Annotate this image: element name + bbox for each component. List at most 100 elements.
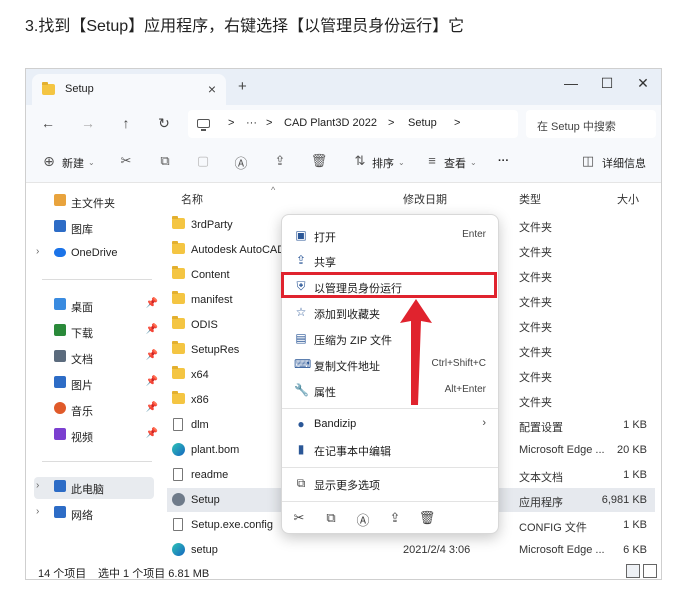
cut-icon[interactable]: ✂ xyxy=(290,510,308,528)
breadcrumb-overflow[interactable]: ··· xyxy=(246,117,257,129)
chevron-right-icon[interactable]: › xyxy=(36,506,39,517)
menu-item-more-options[interactable]: ⧉ 显示更多选项 xyxy=(286,471,496,495)
file-type: 文本文档 xyxy=(519,472,563,484)
setup-icon xyxy=(172,493,185,506)
delete-icon[interactable]: 🗑 xyxy=(310,153,328,171)
red-arrow-annotation xyxy=(400,299,432,405)
network-icon xyxy=(54,506,66,518)
file-type: 文件夹 xyxy=(519,297,552,309)
column-header-name[interactable]: 名称 xyxy=(181,191,203,207)
sidebar-item-onedrive[interactable]: › OneDrive xyxy=(34,243,158,265)
breadcrumb-cad-plant3d[interactable]: CAD Plant3D 2022 xyxy=(284,117,377,129)
file-name: manifest xyxy=(191,294,233,306)
pin-icon: 📌 xyxy=(145,350,158,361)
details-view-button[interactable] xyxy=(626,564,640,578)
details-pane-icon: ◫ xyxy=(581,153,595,168)
menu-item-add-favorites[interactable]: ☆ 添加到收藏夹 xyxy=(286,300,496,324)
address-field[interactable]: > ··· > CAD Plant3D 2022 > Setup > xyxy=(188,110,518,138)
new-button[interactable]: 新建 xyxy=(62,155,84,171)
menu-item-share[interactable]: ⇪ 共享 xyxy=(286,248,496,272)
menu-item-open[interactable]: ▣ 打开 Enter xyxy=(286,223,496,247)
sidebar-item-videos[interactable]: 视频 📌 xyxy=(34,425,158,447)
sidebar-item-label: 下载 xyxy=(71,328,93,340)
column-header-size[interactable]: 大小 xyxy=(617,191,639,207)
chevron-right-icon[interactable]: › xyxy=(36,480,39,491)
back-button[interactable]: ← xyxy=(38,115,58,131)
share-icon[interactable]: ⇪ xyxy=(271,153,289,171)
copy-icon[interactable]: ⧉ xyxy=(322,510,340,528)
search-input[interactable]: 在 Setup 中搜索 xyxy=(526,110,656,138)
column-header-modified[interactable]: 修改日期 xyxy=(403,191,447,207)
menu-item-edit-notepad[interactable]: ▮ 在记事本中编辑 xyxy=(286,437,496,461)
view-button[interactable]: 查看 xyxy=(444,155,466,171)
sidebar-item-music[interactable]: 音乐 📌 xyxy=(34,399,158,421)
file-type: 文件夹 xyxy=(519,372,552,384)
new-tab-button[interactable]: + xyxy=(238,78,247,95)
sidebar-item-label: 视频 xyxy=(71,432,93,444)
edge-icon xyxy=(172,543,185,556)
forward-button[interactable]: → xyxy=(78,115,98,131)
column-header-type[interactable]: 类型 xyxy=(519,191,541,207)
minimize-button[interactable]: — xyxy=(559,75,583,91)
file-size: 6 KB xyxy=(623,544,647,556)
file-name: SetupRes xyxy=(191,344,240,356)
sidebar-item-downloads[interactable]: 下载 📌 xyxy=(34,321,158,343)
rename-icon[interactable]: Ⓐ xyxy=(232,153,250,171)
tiles-view-button[interactable] xyxy=(643,564,657,578)
file-type: 文件夹 xyxy=(519,247,552,259)
folder-icon xyxy=(172,341,185,354)
item-count: 14 个项目 xyxy=(38,568,87,580)
file-name: readme xyxy=(191,469,229,481)
file-row[interactable]: setup 2021/2/4 3:06 Microsoft Edge ... 6 KB xyxy=(167,538,655,562)
details-button[interactable]: 详细信息 xyxy=(602,155,646,171)
sidebar-item-pictures[interactable]: 图片 📌 xyxy=(34,373,158,395)
menu-item-copy-path[interactable]: ⌨ 复制文件地址 Ctrl+Shift+C xyxy=(286,352,496,376)
menu-item-bandizip[interactable]: ● Bandizip › xyxy=(286,412,496,436)
sidebar-item-home[interactable]: 主文件夹 xyxy=(34,191,158,213)
menu-item-label: 复制文件地址 xyxy=(314,361,380,373)
pin-icon: 📌 xyxy=(145,402,158,413)
tab-title: Setup xyxy=(65,83,94,95)
folder-icon xyxy=(172,291,185,304)
sort-button[interactable]: 排序 xyxy=(372,155,394,171)
address-bar-row: ← → ↑ ↻ > ··· > CAD Plant3D 2022 > Setup… xyxy=(26,105,661,143)
file-type: 配置设置 xyxy=(519,422,563,434)
menu-item-label: 显示更多选项 xyxy=(314,480,380,492)
file-name: plant.bom xyxy=(191,444,240,456)
sidebar-item-desktop[interactable]: 桌面 📌 xyxy=(34,295,158,317)
video-icon xyxy=(54,428,66,440)
delete-icon[interactable]: 🗑 xyxy=(418,510,436,528)
up-button[interactable]: ↑ xyxy=(116,115,136,131)
computer-icon xyxy=(54,480,66,492)
sidebar-item-network[interactable]: › 网络 xyxy=(34,503,158,525)
file-type: CONFIG 文件 xyxy=(519,522,587,534)
folder-icon xyxy=(172,316,185,329)
sidebar-divider xyxy=(42,461,152,462)
chevron-right-icon[interactable]: › xyxy=(36,246,39,257)
more-button[interactable]: ··· xyxy=(498,155,509,167)
sidebar-item-this-pc[interactable]: › 此电脑 xyxy=(34,477,154,499)
refresh-button[interactable]: ↻ xyxy=(154,115,174,132)
edge-icon xyxy=(172,443,185,456)
tab-close-button[interactable]: × xyxy=(208,81,216,97)
file-name: x64 xyxy=(191,369,209,381)
menu-item-compress-zip[interactable]: ▤ 压缩为 ZIP 文件 xyxy=(286,326,496,350)
paste-icon[interactable]: ▢ xyxy=(194,153,212,171)
menu-shortcut: Alt+Enter xyxy=(444,384,486,395)
sidebar-item-gallery[interactable]: 图库 xyxy=(34,217,158,239)
close-button[interactable]: ✕ xyxy=(631,75,655,92)
menu-item-properties[interactable]: 🔧 属性 Alt+Enter xyxy=(286,378,496,402)
cut-icon[interactable]: ✂ xyxy=(117,153,135,171)
sidebar-item-documents[interactable]: 文档 📌 xyxy=(34,347,158,369)
share-icon[interactable]: ⇪ xyxy=(386,510,404,528)
maximize-button[interactable]: ☐ xyxy=(595,75,619,92)
copy-icon[interactable]: ⧉ xyxy=(156,153,174,171)
tab-setup[interactable]: Setup × xyxy=(32,74,226,105)
menu-item-label: 压缩为 ZIP 文件 xyxy=(314,335,393,347)
sidebar-item-label: 主文件夹 xyxy=(71,198,115,210)
document-icon xyxy=(54,350,66,362)
desktop-icon xyxy=(54,298,66,310)
breadcrumb-setup[interactable]: Setup xyxy=(408,117,437,129)
rename-icon[interactable]: Ⓐ xyxy=(354,510,372,528)
menu-item-label: 共享 xyxy=(314,257,336,269)
